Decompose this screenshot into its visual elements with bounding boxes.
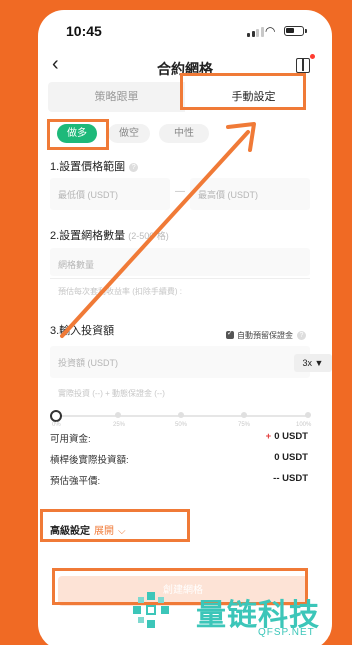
annotation-arrow: [60, 122, 256, 338]
brand-logo-icon: [133, 592, 169, 628]
brand-url: QFSP.NET: [258, 627, 315, 638]
